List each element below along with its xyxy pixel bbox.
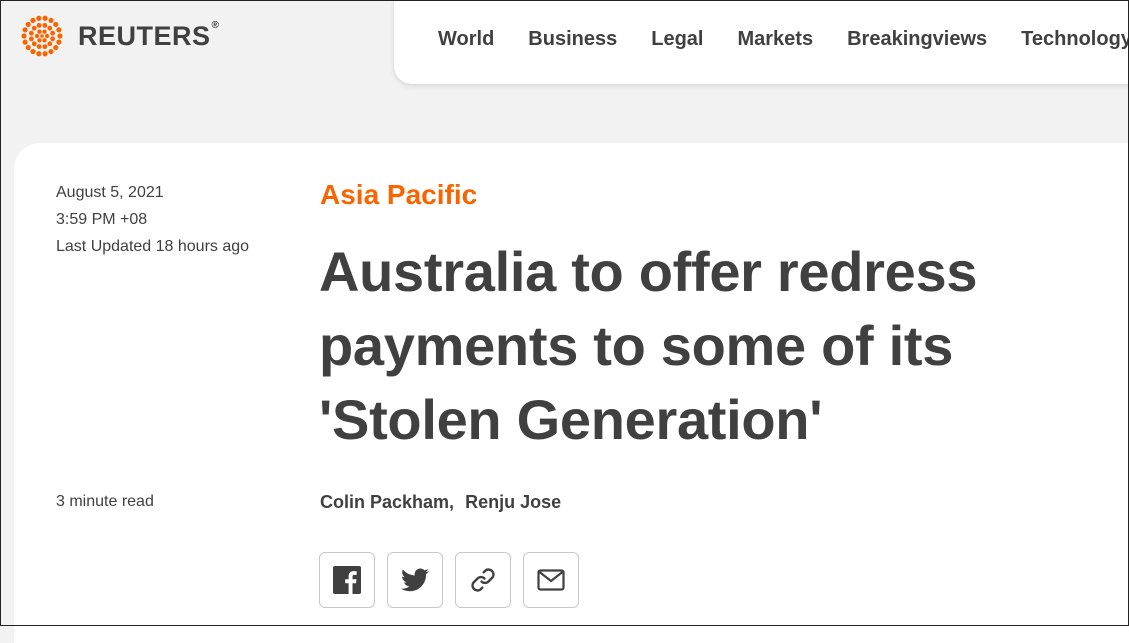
publish-date: August 5, 2021 [56, 184, 164, 201]
article-card: August 5, 2021 3:59 PM +08 Last Updated … [14, 143, 1129, 643]
byline: Colin Packham, Renju Jose [320, 492, 561, 513]
link-icon [471, 568, 495, 592]
share-twitter-button[interactable] [387, 552, 443, 608]
reuters-logo[interactable]: REUTERS® [14, 10, 219, 62]
nav-item-world[interactable]: World [438, 28, 494, 51]
nav-item-breakingviews[interactable]: Breakingviews [847, 28, 987, 51]
reuters-dots-icon [21, 15, 63, 57]
logo-wordmark: REUTERS® [78, 19, 220, 51]
nav-item-technology[interactable]: Technology [1021, 28, 1129, 51]
article-meta: August 5, 2021 3:59 PM +08 Last Updated … [56, 179, 249, 260]
facebook-icon [333, 566, 361, 594]
publish-time: 3:59 PM +08 [56, 211, 148, 228]
article-headline: Australia to offer redress payments to s… [319, 240, 978, 451]
author-link-2[interactable]: Renju Jose [465, 492, 561, 512]
share-bar [319, 552, 591, 608]
author-link-1[interactable]: Colin Packham [320, 492, 449, 512]
twitter-icon [401, 568, 429, 592]
share-email-button[interactable] [523, 552, 579, 608]
nav-item-legal[interactable]: Legal [651, 28, 703, 51]
top-bar: REUTERS® World Business Legal Markets Br… [0, 0, 1129, 120]
last-updated: Last Updated 18 hours ago [56, 238, 250, 255]
nav-item-business[interactable]: Business [528, 28, 617, 51]
section-link[interactable]: Asia Pacific [320, 179, 477, 211]
share-facebook-button[interactable] [319, 552, 375, 608]
main-nav: World Business Legal Markets Breakingvie… [394, 0, 1129, 84]
nav-item-markets[interactable]: Markets [737, 28, 813, 51]
share-link-button[interactable] [455, 552, 511, 608]
author-separator: , [449, 492, 455, 512]
read-time: 3 minute read [56, 493, 154, 510]
email-icon [537, 569, 565, 591]
